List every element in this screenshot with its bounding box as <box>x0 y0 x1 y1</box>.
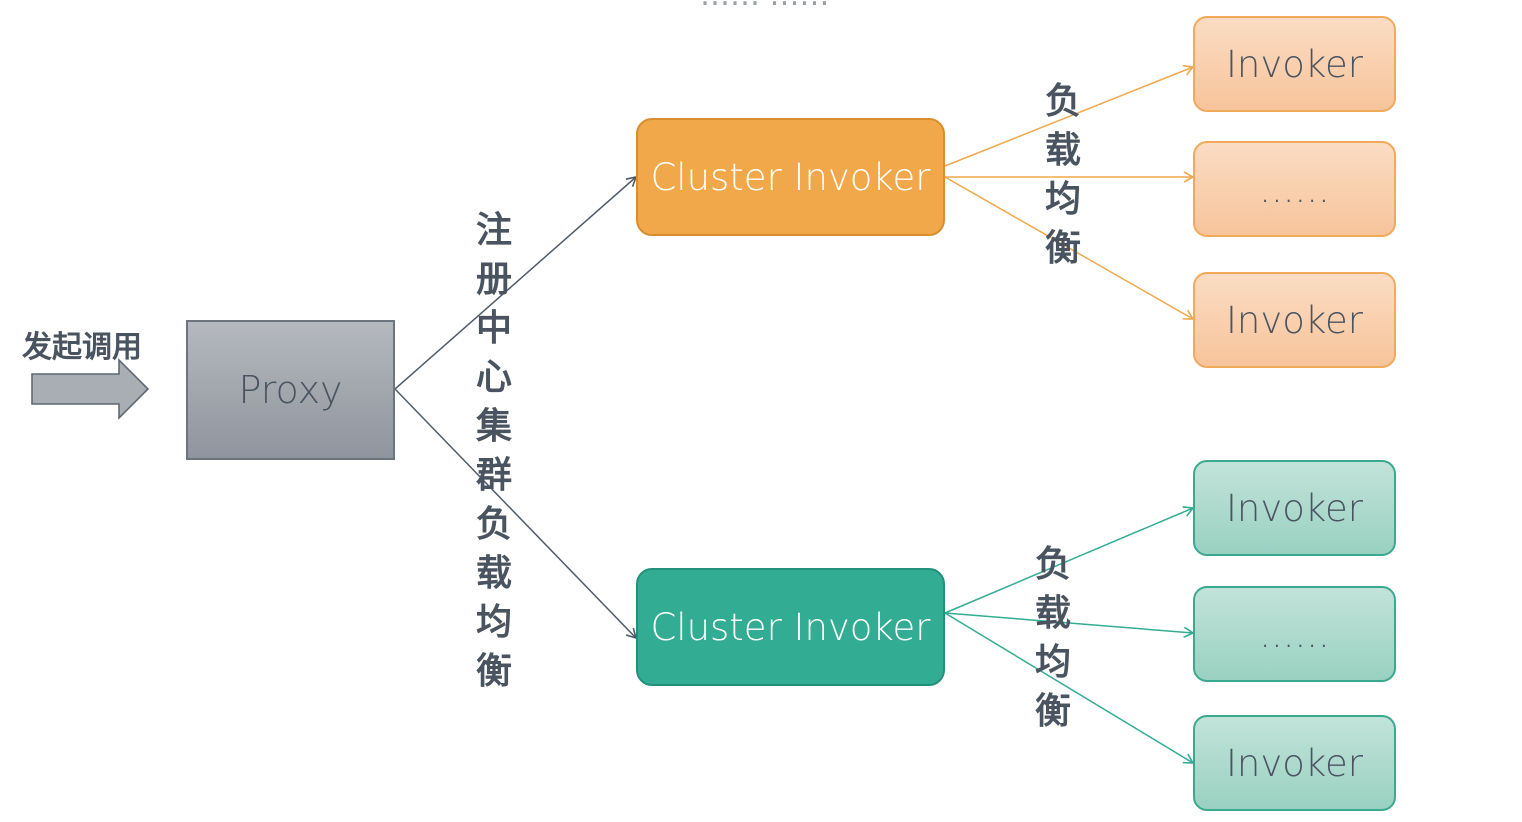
invoker-label: ...... <box>1259 612 1330 656</box>
start-arrow <box>31 358 150 420</box>
invoker-top-2: ...... <box>1193 141 1396 237</box>
invoker-bottom-2: ...... <box>1193 586 1396 682</box>
lb-label-bottom: 负载均衡 <box>1034 544 1071 732</box>
start-call-label: 发起调用 <box>22 330 142 365</box>
registry-lb-label: 注册中心集群负载均衡 <box>475 210 512 692</box>
invoker-bottom-3: Invoker <box>1193 715 1396 811</box>
cluster-invoker-top-label: Cluster Invoker <box>650 155 931 199</box>
title-fragment: …… …… <box>700 0 830 13</box>
lb-label-top: 负载均衡 <box>1044 81 1081 269</box>
cluster-invoker-top: Cluster Invoker <box>636 118 945 236</box>
invoker-top-3: Invoker <box>1193 272 1396 368</box>
cluster-invoker-bottom: Cluster Invoker <box>636 568 945 686</box>
invoker-label: Invoker <box>1226 741 1363 785</box>
invoker-label: Invoker <box>1226 42 1363 86</box>
proxy-node: Proxy <box>186 320 395 460</box>
invoker-label: ...... <box>1259 167 1330 211</box>
cluster-invoker-bottom-label: Cluster Invoker <box>650 605 931 649</box>
invoker-bottom-1: Invoker <box>1193 460 1396 556</box>
proxy-label: Proxy <box>238 368 343 412</box>
invoker-label: Invoker <box>1226 298 1363 342</box>
invoker-top-1: Invoker <box>1193 16 1396 112</box>
invoker-label: Invoker <box>1226 486 1363 530</box>
